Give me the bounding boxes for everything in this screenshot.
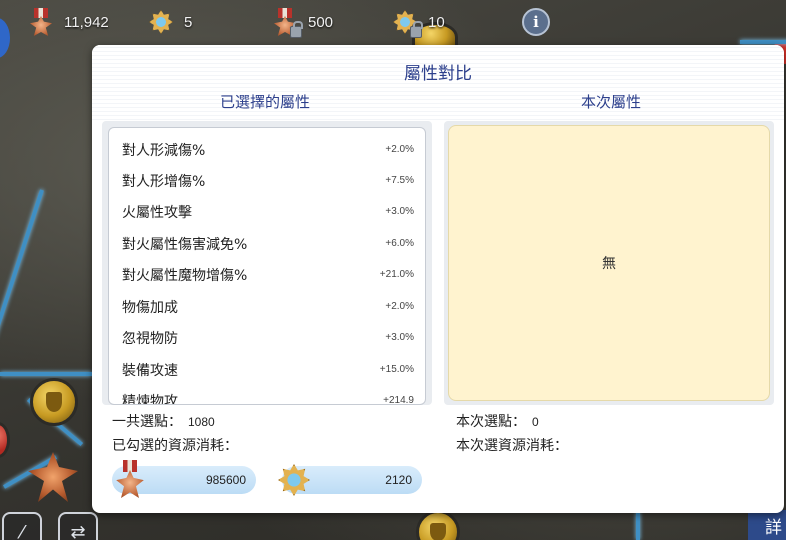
- swap-icon[interactable]: ⇄: [58, 512, 98, 540]
- resource-value: 5: [184, 13, 193, 31]
- attribute-name: 精煉物攻: [122, 393, 178, 405]
- medal-icon: [28, 8, 54, 36]
- attribute-row: 對人形減傷% +2.0%: [109, 134, 425, 165]
- medal-icon: [112, 460, 146, 498]
- gear-gem-icon: [148, 8, 174, 36]
- resource-value: 10: [428, 13, 445, 31]
- attribute-name: 裝備攻速: [122, 362, 178, 379]
- attribute-value: +3.0%: [385, 206, 414, 217]
- attribute-value: +6.0%: [385, 238, 414, 249]
- dialog-title: 屬性對比: [404, 64, 472, 84]
- attribute-row: 物傷加成 +2.0%: [109, 291, 425, 322]
- info-icon[interactable]: i: [522, 8, 550, 36]
- attribute-row: 火屬性攻擊 +3.0%: [109, 196, 425, 227]
- current-points-label: 本次選點：: [456, 414, 526, 430]
- resource-locked-medal: 500: [272, 8, 334, 38]
- attribute-row: 對人形增傷% +7.5%: [109, 165, 425, 196]
- node-connector: [0, 372, 92, 376]
- attribute-row: 精煉物攻 +214.9: [109, 385, 425, 405]
- attribute-name: 忽視物防: [122, 330, 178, 347]
- attribute-value: +2.0%: [385, 301, 414, 312]
- cost-medal-value: 985600: [205, 473, 246, 487]
- attribute-row: 對火屬性魔物增傷% +21.0%: [109, 259, 425, 290]
- map-node[interactable]: [30, 378, 78, 426]
- gear-gem-icon: [276, 460, 310, 498]
- resource-medal: 11,942: [28, 8, 109, 36]
- shield-icon: [45, 391, 63, 413]
- attribute-row: 忽視物防 +3.0%: [109, 322, 425, 353]
- current-attributes-panel: 無: [444, 121, 774, 405]
- current-attributes-box: 無: [448, 125, 770, 401]
- resource-value: 500: [308, 13, 334, 31]
- attribute-row: 對火屬性傷害減免% +6.0%: [109, 228, 425, 259]
- selected-attributes-panel: 對人形減傷% +2.0% 對人形增傷% +7.5% 火屬性攻擊 +3.0% 對火…: [102, 121, 432, 405]
- selected-cost-label: 已勾選的資源消耗：: [112, 438, 238, 454]
- selected-attributes-title: 已選擇的屬性: [219, 93, 310, 111]
- details-button[interactable]: 詳: [748, 510, 786, 540]
- resource-gear-gem: 5: [148, 8, 192, 36]
- attribute-value: +3.0%: [385, 332, 414, 343]
- resource-bar: 11,942 5 500 10 i: [0, 0, 786, 44]
- current-points-value: 0: [532, 415, 539, 429]
- attribute-value: +7.5%: [385, 175, 414, 186]
- current-cost: 本次選資源消耗：: [456, 435, 568, 455]
- attribute-name: 對火屬性傷害減免%: [122, 236, 248, 253]
- attribute-list[interactable]: 對人形減傷% +2.0% 對人形增傷% +7.5% 火屬性攻擊 +3.0% 對火…: [108, 127, 426, 405]
- attribute-name: 火屬性攻擊: [122, 204, 192, 221]
- locked-gear-gem-icon: [392, 8, 423, 38]
- total-points-label: 一共選點：: [112, 414, 182, 430]
- current-points: 本次選點： 0: [456, 411, 539, 431]
- current-cost-label: 本次選資源消耗：: [456, 438, 568, 454]
- attribute-value: +21.0%: [379, 269, 414, 280]
- current-effect-text: 無: [602, 256, 616, 272]
- shield-icon: [430, 522, 446, 540]
- cost-gear-gem-value: 2120: [385, 473, 412, 487]
- resource-locked-gear-gem: 10: [392, 8, 445, 38]
- attribute-value: +214.9: [383, 395, 414, 405]
- attribute-value: +2.0%: [385, 144, 414, 155]
- node-connector: [636, 512, 640, 540]
- attribute-name: 對火屬性魔物增傷%: [122, 267, 248, 284]
- locked-medal-icon: [272, 8, 303, 38]
- resource-value: 11,942: [64, 13, 109, 31]
- attribute-name: 物傷加成: [122, 299, 178, 316]
- current-attributes-title: 本次屬性: [580, 93, 641, 111]
- selected-cost: 已勾選的資源消耗：: [112, 435, 238, 455]
- attribute-name: 對人形減傷%: [122, 142, 206, 159]
- edit-icon[interactable]: ⁄: [2, 512, 42, 540]
- total-points-value: 1080: [188, 415, 215, 429]
- total-points: 一共選點： 1080: [112, 411, 215, 431]
- attribute-name: 對人形增傷%: [122, 173, 206, 190]
- attribute-value: +15.0%: [379, 364, 414, 375]
- attribute-compare-dialog: 屬性對比 已選擇的屬性 本次屬性 對人形減傷% +2.0% 對人形增傷% +7.…: [92, 45, 784, 513]
- attribute-row: 裝備攻速 +15.0%: [109, 354, 425, 385]
